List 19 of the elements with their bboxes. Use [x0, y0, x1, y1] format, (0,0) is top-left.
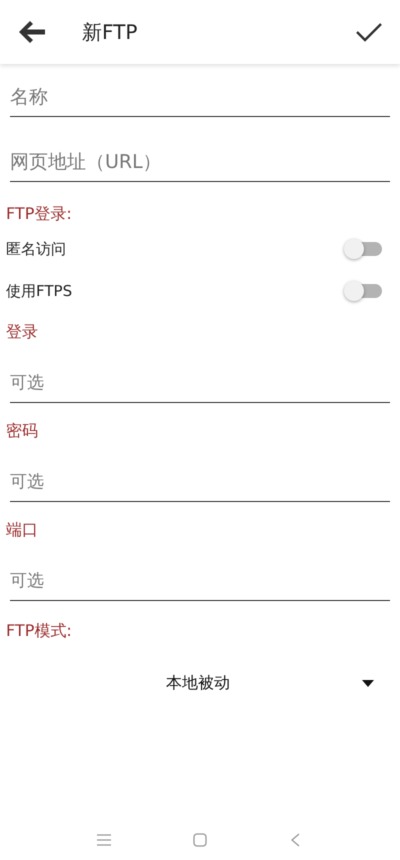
switch-label: 匿名访问: [6, 240, 66, 258]
caret-icon: [362, 680, 374, 687]
field-label: 端口: [6, 520, 39, 541]
section-heading: FTP模式:: [6, 621, 73, 642]
field-label: 密码: [6, 421, 39, 442]
checkmark-icon[interactable]: [356, 22, 382, 42]
field-label: 登录: [6, 322, 39, 343]
screen-title: 新FTP: [82, 18, 138, 46]
back-arrow-icon[interactable]: [18, 20, 46, 44]
menu-icon[interactable]: [97, 834, 111, 846]
text-field[interactable]: 可选: [10, 566, 390, 601]
home-icon[interactable]: [193, 833, 207, 847]
text-field[interactable]: 网页地址（URL）: [10, 147, 390, 182]
switch-label: 使用FTPS: [6, 282, 72, 300]
text-field[interactable]: 可选: [10, 368, 390, 403]
text-field[interactable]: 可选: [10, 467, 390, 502]
text-field[interactable]: 名称: [10, 82, 390, 117]
section-heading: FTP登录:: [6, 204, 73, 225]
mode-dropdown[interactable]: 本地被动: [6, 659, 390, 707]
